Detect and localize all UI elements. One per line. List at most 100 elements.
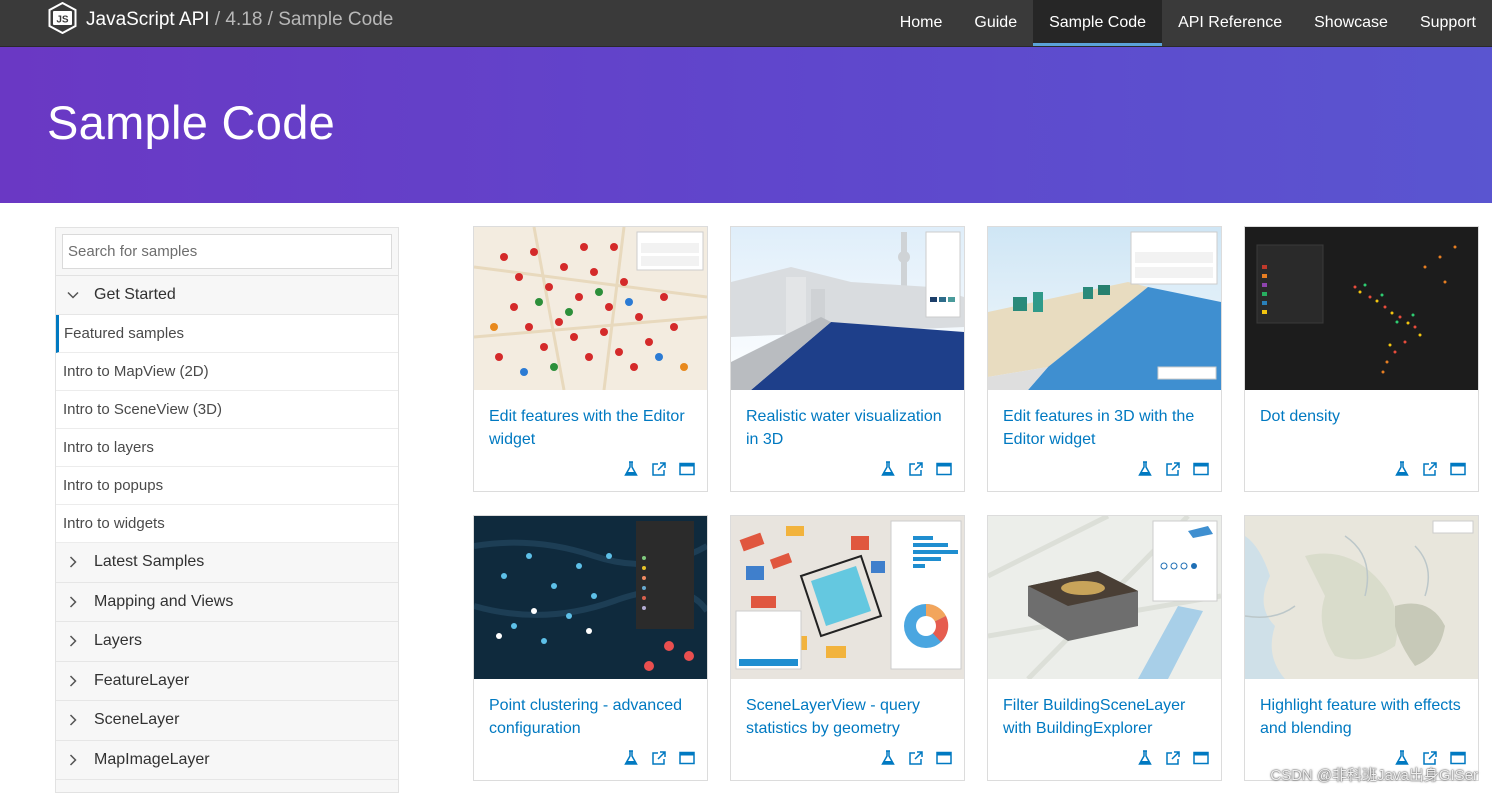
section-label: Get Started [94,286,176,303]
sample-thumbnail[interactable] [474,516,707,679]
nav-home[interactable]: Home [884,0,959,46]
external-link-icon[interactable] [651,750,667,766]
section-mapimagelayer[interactable]: MapImageLayer [56,741,398,780]
version-label: 4.18 [225,9,263,30]
chevron-right-icon [66,595,80,609]
sample-title[interactable]: Point clustering - advanced configuratio… [489,694,699,740]
sidebar-item-intro-sceneview[interactable]: Intro to SceneView (3D) [56,391,398,429]
section-label: MapImageLayer [94,750,210,768]
section-label: Latest Samples [94,553,205,571]
brand[interactable]: JS JavaScript API / 4.18 / Sample Code [48,1,393,39]
flask-icon[interactable] [1394,461,1410,477]
sample-thumbnail[interactable] [1245,516,1478,679]
sample-title[interactable]: Edit features with the Editor widget [489,405,699,451]
search-input[interactable] [62,234,392,269]
section-label: Layers [94,632,143,650]
flask-icon[interactable] [1137,461,1153,477]
section-featurelayer[interactable]: FeatureLayer [56,662,398,701]
browser-window-icon[interactable] [679,750,695,766]
nav-sample-code[interactable]: Sample Code [1033,0,1163,46]
browser-window-icon[interactable] [1193,461,1209,477]
nav-links: Home Guide Sample Code API Reference Sho… [884,0,1492,46]
flask-icon[interactable] [880,461,896,477]
sample-thumbnail[interactable] [1245,227,1478,390]
nav-api-reference[interactable]: API Reference [1162,0,1298,46]
section-label: Sample Code [278,9,394,30]
sidebar-item-intro-popups[interactable]: Intro to popups [56,467,398,505]
external-link-icon[interactable] [908,750,924,766]
sample-title[interactable]: Edit features in 3D with the Editor widg… [1003,405,1213,451]
sample-thumbnail[interactable] [731,227,964,390]
sample-card[interactable]: Point clustering - advanced configuratio… [473,515,708,781]
sidebar: Get Started Featured samples Intro to Ma… [55,227,399,793]
flask-icon[interactable] [623,461,639,477]
section-label: FeatureLayer [94,671,190,689]
section-label: Mapping and Views [94,592,234,610]
card-actions [1394,461,1466,477]
breadcrumb-separator: / [267,9,273,30]
sample-thumbnail[interactable] [474,227,707,390]
flask-icon[interactable] [1137,750,1153,766]
chevron-right-icon [66,753,80,767]
flask-icon[interactable] [880,750,896,766]
section-scenelayer[interactable]: SceneLayer [56,701,398,741]
breadcrumb: JavaScript API / 4.18 / Sample Code [86,9,393,31]
hero-banner: Sample Code [0,47,1492,203]
browser-window-icon[interactable] [936,750,952,766]
sample-card[interactable]: Edit features with the Editor widget [473,226,708,492]
card-actions [623,461,695,477]
sample-title[interactable]: Filter BuildingSceneLayer with BuildingE… [1003,694,1213,740]
sample-card[interactable]: Highlight feature with effects and blend… [1244,515,1479,781]
section-layers[interactable]: Layers [56,622,398,662]
browser-window-icon[interactable] [679,461,695,477]
sample-thumbnail[interactable] [988,516,1221,679]
sample-card[interactable]: SceneLayerView - query statistics by geo… [730,515,965,781]
card-actions [880,461,952,477]
sample-card[interactable]: Edit features in 3D with the Editor widg… [987,226,1222,492]
card-actions [623,750,695,766]
sidebar-item-intro-layers[interactable]: Intro to layers [56,429,398,467]
external-link-icon[interactable] [1165,750,1181,766]
sample-title[interactable]: Realistic water visualization in 3D [746,405,956,451]
breadcrumb-separator: / [214,9,221,30]
flask-icon[interactable] [623,750,639,766]
section-latest-samples[interactable]: Latest Samples [56,543,398,583]
nav-showcase[interactable]: Showcase [1298,0,1404,46]
sample-title[interactable]: SceneLayerView - query statistics by geo… [746,694,956,740]
external-link-icon[interactable] [1165,461,1181,477]
chevron-right-icon [66,555,80,569]
js-shield-icon: JS [48,1,77,39]
browser-window-icon[interactable] [1450,461,1466,477]
external-link-icon[interactable] [908,461,924,477]
nav-support[interactable]: Support [1404,0,1492,46]
section-label: SceneLayer [94,711,180,729]
product-name: JavaScript API [86,9,210,30]
sample-card[interactable]: Dot density [1244,226,1479,492]
sample-title[interactable]: Highlight feature with effects and blend… [1260,694,1470,740]
sample-thumbnail[interactable] [731,516,964,679]
page-title: Sample Code [47,96,336,149]
browser-window-icon[interactable] [936,461,952,477]
sample-title[interactable]: Dot density [1260,405,1470,428]
chevron-right-icon [66,674,80,688]
logo-text: JS [56,14,69,25]
section-mapping-and-views[interactable]: Mapping and Views [56,583,398,622]
card-actions [1137,461,1209,477]
card-actions [880,750,952,766]
sample-card[interactable]: Filter BuildingSceneLayer with BuildingE… [987,515,1222,781]
sidebar-item-featured-samples[interactable]: Featured samples [56,315,398,353]
watermark: CSDN @非科班Java出身GISer [1270,767,1478,784]
browser-window-icon[interactable] [1193,750,1209,766]
sidebar-item-intro-widgets[interactable]: Intro to widgets [56,505,398,543]
sample-card[interactable]: Realistic water visualization in 3D [730,226,965,492]
search-container [56,228,398,276]
card-actions [1137,750,1209,766]
sidebar-item-intro-mapview[interactable]: Intro to MapView (2D) [56,353,398,391]
nav-guide[interactable]: Guide [958,0,1033,46]
external-link-icon[interactable] [651,461,667,477]
chevron-down-icon [66,288,80,302]
sample-thumbnail[interactable] [988,227,1221,390]
section-get-started[interactable]: Get Started [56,276,398,315]
top-navigation-bar: JS JavaScript API / 4.18 / Sample Code H… [0,0,1492,47]
external-link-icon[interactable] [1422,461,1438,477]
